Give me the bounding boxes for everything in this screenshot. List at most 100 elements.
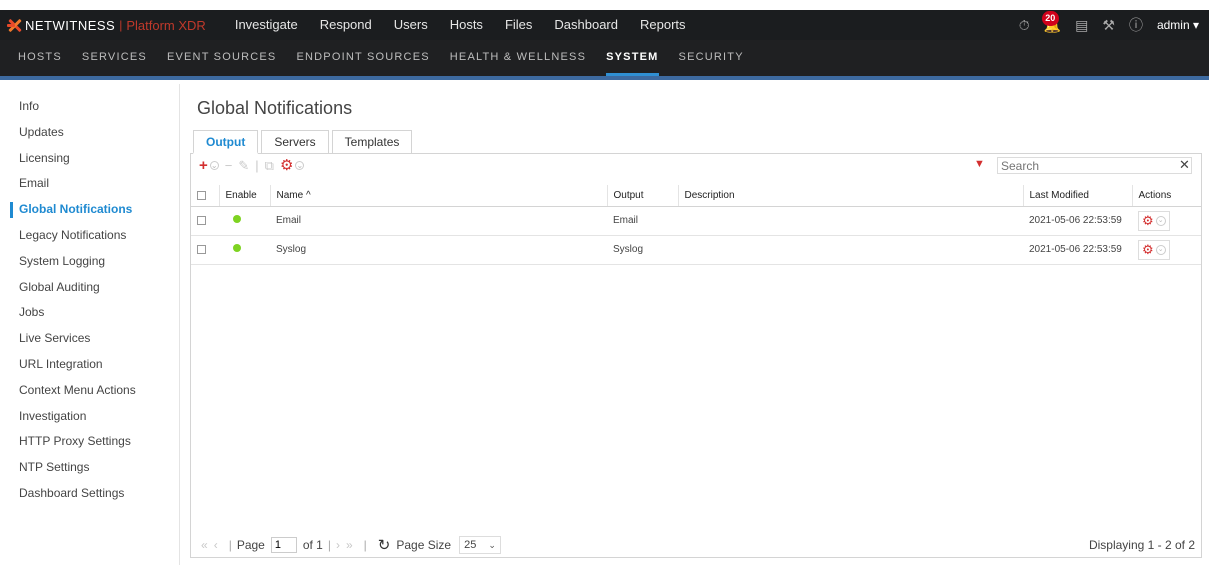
row-actions-button[interactable]: ⚙ ⌄ (1138, 239, 1170, 260)
nav-files[interactable]: Files (494, 10, 543, 40)
tab-output[interactable]: Output (193, 130, 259, 154)
column-header-name[interactable]: Name ^ (270, 185, 608, 207)
filter-icon[interactable]: ▼ (974, 158, 985, 170)
sidebar-item-info[interactable]: Info (0, 94, 179, 120)
pagination-bar: « ‹ | Page of 1 | › » | ↻ Page Size 25⌄ … (191, 532, 1201, 558)
select-all-checkbox[interactable] (197, 190, 206, 200)
nav-reports[interactable]: Reports (629, 10, 697, 40)
close-icon[interactable]: ✕ (1179, 157, 1190, 173)
remove-icon[interactable]: − (225, 159, 233, 172)
sidebar-item-ntp-settings[interactable]: NTP Settings (0, 455, 179, 481)
subnav-system[interactable]: SYSTEM (596, 38, 668, 78)
copy-icon[interactable]: ⧉ (265, 159, 274, 172)
nav-respond[interactable]: Respond (309, 10, 383, 40)
sidebar-item-system-logging[interactable]: System Logging (0, 249, 179, 275)
sidebar-item-licensing[interactable]: Licensing (0, 146, 179, 172)
sidebar-item-url-integration[interactable]: URL Integration (0, 352, 179, 378)
subnav-endpoint-sources[interactable]: ENDPOINT SOURCES (286, 38, 439, 78)
page-size-value: 25 (464, 539, 477, 551)
help-icon[interactable]: ⓘ (1129, 15, 1143, 35)
main-nav: Investigate Respond Users Hosts Files Da… (224, 10, 697, 40)
sidebar-item-jobs[interactable]: Jobs (0, 300, 179, 326)
pager-divider: | (363, 538, 367, 552)
nav-hosts[interactable]: Hosts (439, 10, 494, 40)
page-size-label: Page Size (396, 538, 452, 552)
enabled-status-icon (233, 215, 241, 223)
page-number-input[interactable] (270, 537, 297, 553)
name-cell: Syslog (270, 235, 607, 265)
tasks-icon[interactable]: ▤ (1075, 17, 1088, 34)
netwitness-logo-icon (7, 17, 23, 33)
refresh-icon[interactable]: ↻ (378, 536, 391, 554)
subnav-services[interactable]: SERVICES (72, 38, 157, 78)
admin-sub-nav: HOSTS SERVICES EVENT SOURCES ENDPOINT SO… (0, 40, 1209, 80)
description-cell (678, 235, 1023, 265)
displaying-count: Displaying 1 - 2 of 2 (1088, 538, 1195, 552)
row-select-cell (191, 235, 219, 265)
logo[interactable]: NETWITNESS | Platform XDR (0, 10, 206, 40)
chevron-down-icon: ⌄ (488, 539, 496, 550)
edit-icon[interactable]: ✎ (238, 159, 249, 172)
search-input[interactable] (997, 157, 1192, 174)
next-page-icon[interactable]: › (336, 538, 340, 552)
subnav-security[interactable]: SECURITY (669, 38, 754, 78)
nav-users[interactable]: Users (383, 10, 439, 40)
chevron-down-icon: ⌄ (1155, 215, 1166, 226)
nav-investigate[interactable]: Investigate (224, 10, 309, 40)
add-icon[interactable]: + (199, 158, 208, 173)
prev-page-icon[interactable]: ‹ (214, 538, 218, 552)
column-header-last-modified[interactable]: Last Modified (1023, 185, 1133, 207)
brand-name: NETWITNESS (25, 17, 116, 33)
toolbar-divider: | (255, 157, 259, 173)
enabled-status-icon (233, 244, 241, 252)
notifications-bell-icon[interactable]: 🔔20 (1041, 10, 1061, 34)
notification-count-badge: 20 (1041, 10, 1059, 26)
column-header-output[interactable]: Output (607, 185, 679, 207)
first-page-icon[interactable]: « (201, 538, 208, 552)
page-size-select[interactable]: 25 ⌄ (459, 536, 501, 554)
tools-icon[interactable]: ⚒ (1102, 17, 1115, 34)
chevron-down-icon: ▾ (1192, 18, 1199, 32)
last-modified-cell: 2021-05-06 22:53:59 (1023, 235, 1132, 265)
select-all-header (191, 185, 220, 207)
table-row[interactable]: Email Email 2021-05-06 22:53:59 ⚙ ⌄ (191, 206, 1201, 236)
last-page-icon[interactable]: » (346, 538, 353, 552)
enable-cell (219, 206, 270, 236)
tab-templates[interactable]: Templates (331, 130, 413, 154)
sidebar-item-email[interactable]: Email (0, 171, 179, 197)
system-sidebar: Info Updates Licensing Email Global Noti… (0, 84, 180, 565)
settings-gear-icon[interactable]: ⚙ (280, 158, 293, 173)
table-header-row: Enable Name ^ Output Description Last Mo… (191, 185, 1201, 207)
sidebar-item-legacy-notifications[interactable]: Legacy Notifications (0, 223, 179, 249)
sidebar-item-investigation[interactable]: Investigation (0, 404, 179, 430)
subnav-hosts[interactable]: HOSTS (8, 38, 72, 78)
sidebar-item-live-services[interactable]: Live Services (0, 326, 179, 352)
column-header-description[interactable]: Description (678, 185, 1024, 207)
table-row[interactable]: Syslog Syslog 2021-05-06 22:53:59 ⚙ ⌄ (191, 235, 1201, 265)
row-actions-button[interactable]: ⚙ ⌄ (1138, 210, 1170, 231)
sidebar-item-context-menu-actions[interactable]: Context Menu Actions (0, 378, 179, 404)
settings-dropdown-icon[interactable]: ⌄ (295, 160, 305, 170)
chevron-down-icon: ⌄ (1155, 244, 1166, 255)
output-cell: Syslog (607, 235, 678, 265)
subnav-event-sources[interactable]: EVENT SOURCES (157, 38, 287, 78)
row-checkbox[interactable] (197, 215, 206, 225)
timer-icon[interactable]: ⏱ (1019, 17, 1030, 34)
sidebar-item-global-notifications[interactable]: Global Notifications (0, 197, 179, 223)
output-panel: + ⌄ − ✎ | ⧉ ⚙ ⌄ ▼ ✕ Enable Name ^ Output (190, 153, 1202, 558)
sidebar-item-http-proxy-settings[interactable]: HTTP Proxy Settings (0, 429, 179, 455)
tab-servers[interactable]: Servers (261, 130, 329, 154)
sidebar-item-updates[interactable]: Updates (0, 120, 179, 146)
gear-icon: ⚙ (1142, 212, 1154, 228)
main-content: Global Notifications Output Servers Temp… (190, 84, 1202, 559)
description-cell (678, 206, 1023, 236)
sidebar-item-global-auditing[interactable]: Global Auditing (0, 275, 179, 301)
user-menu[interactable]: admin ▾ (1157, 18, 1199, 32)
last-modified-cell: 2021-05-06 22:53:59 (1023, 206, 1132, 236)
subnav-health-wellness[interactable]: HEALTH & WELLNESS (440, 38, 596, 78)
nav-dashboard[interactable]: Dashboard (543, 10, 629, 40)
row-checkbox[interactable] (197, 244, 206, 254)
add-dropdown-icon[interactable]: ⌄ (209, 160, 219, 170)
column-header-enable[interactable]: Enable (219, 185, 271, 207)
sidebar-item-dashboard-settings[interactable]: Dashboard Settings (0, 481, 179, 507)
